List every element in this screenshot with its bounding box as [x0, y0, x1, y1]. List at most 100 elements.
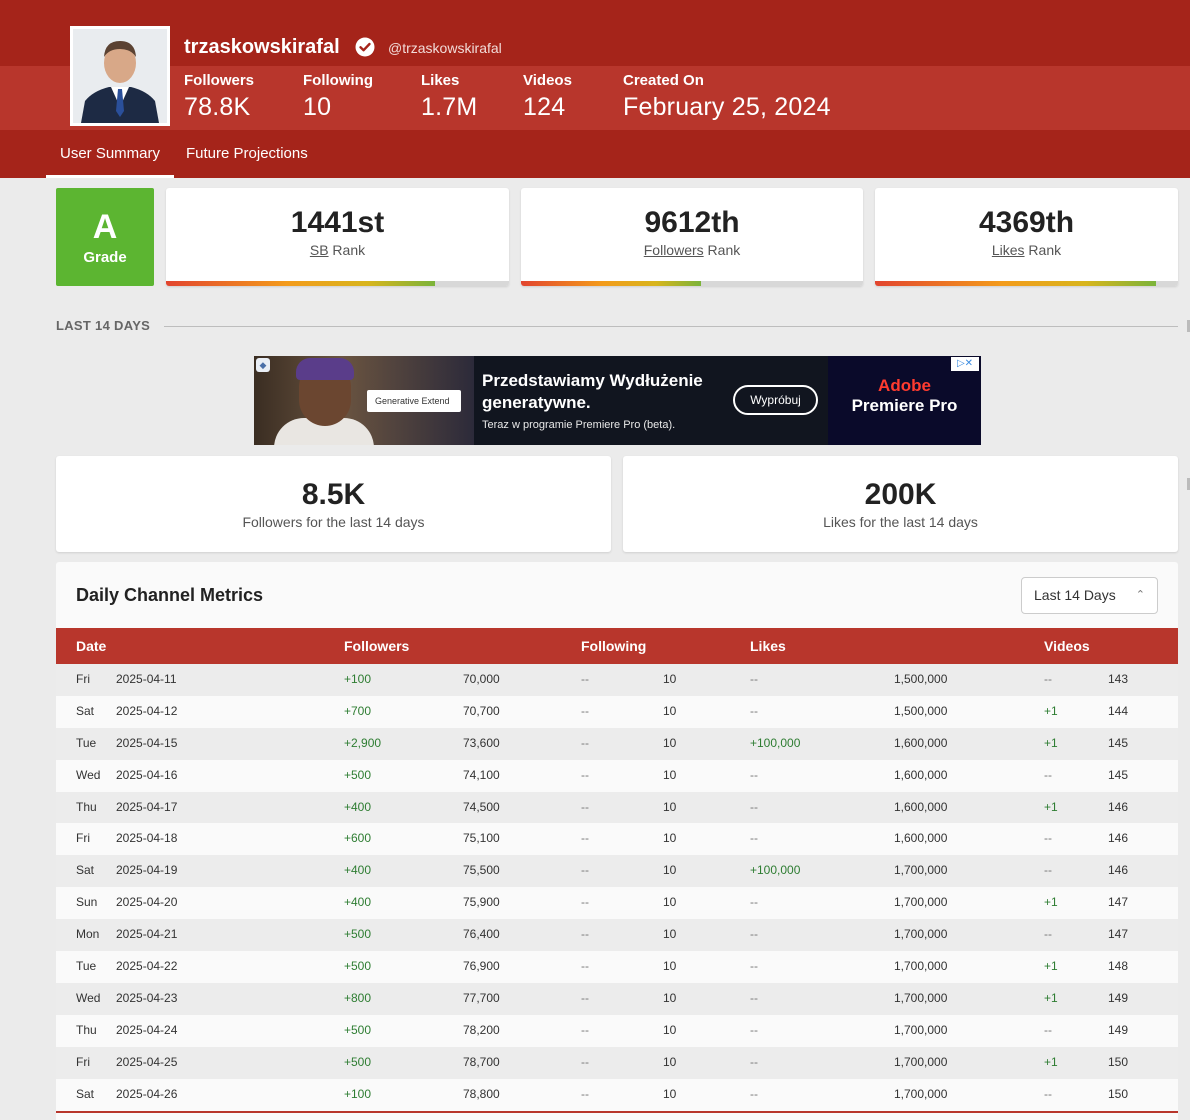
- cell-day: Sun: [76, 895, 98, 910]
- stat-label: Followers: [184, 72, 255, 89]
- cell-following: 10: [663, 1022, 677, 1037]
- cell-f-delta: +400: [344, 863, 372, 878]
- ad-headline: Przedstawiamy Wydłużenie generatywne.: [482, 371, 703, 412]
- rank-progress-fill: [521, 281, 701, 286]
- cell-likes: 1,600,000: [894, 799, 948, 814]
- column-header-followers[interactable]: Followers: [344, 628, 409, 664]
- cell-f-delta: +700: [344, 703, 372, 718]
- summary-label: Likes for the last 14 days: [823, 514, 978, 530]
- cell-l-delta: --: [750, 959, 758, 974]
- cell-date: 2025-04-20: [116, 895, 178, 910]
- column-header-likes[interactable]: Likes: [750, 628, 786, 664]
- cell-date: 2025-04-22: [116, 959, 178, 974]
- cell-following: 10: [663, 959, 677, 974]
- column-header-following[interactable]: Following: [581, 628, 646, 664]
- cell-v-delta: --: [1044, 672, 1052, 686]
- cell-v-delta: --: [1044, 831, 1052, 846]
- summary-value: 200K: [864, 478, 937, 511]
- stat-following: Following 10: [303, 72, 373, 122]
- cell-l-delta: --: [750, 831, 758, 846]
- cell-followers: 75,500: [463, 863, 500, 878]
- cell-followers: 74,500: [463, 799, 500, 814]
- stat-value: 124: [523, 93, 566, 121]
- cell-followers: 78,200: [463, 1022, 500, 1037]
- cell-fo-delta: --: [581, 863, 589, 878]
- tab-future-projections[interactable]: Future Projections: [172, 130, 322, 178]
- cell-day: Thu: [76, 1022, 97, 1037]
- verified-badge-icon: [355, 37, 375, 57]
- ad-choices-close-icon[interactable]: ▷✕: [951, 357, 979, 371]
- cell-following: 10: [663, 1086, 677, 1101]
- cell-l-delta: --: [750, 1022, 758, 1037]
- cell-videos: 149: [1108, 1022, 1129, 1037]
- stat-videos: Videos 124: [523, 72, 572, 122]
- cell-fo-delta: --: [581, 1054, 589, 1069]
- date-range-select[interactable]: Last 14 Days ⌃: [1021, 577, 1158, 614]
- cell-videos: 147: [1108, 895, 1129, 910]
- cell-f-delta: +100: [344, 1086, 372, 1101]
- cell-v-delta: --: [1044, 927, 1052, 942]
- table-row: Fri 2025-04-11 +100 70,000 -- 10 -- 1,500,000 --…: [56, 664, 1178, 696]
- ad-banner[interactable]: ◆ Generative Extend Przedstawiamy Wydłuż…: [254, 356, 981, 445]
- cell-likes: 1,600,000: [894, 831, 948, 846]
- stat-label: Created On: [623, 72, 704, 89]
- cell-following: 10: [663, 895, 677, 910]
- rank-card-likes: 4369th Likes Rank: [875, 188, 1178, 286]
- cell-l-delta: --: [750, 990, 758, 1005]
- cell-date: 2025-04-23: [116, 990, 178, 1005]
- cell-f-delta: +600: [344, 831, 372, 846]
- panel-title: Daily Channel Metrics: [76, 585, 264, 605]
- column-header-date[interactable]: Date: [76, 628, 106, 664]
- cell-v-delta: +1: [1044, 703, 1058, 718]
- section-title: LAST 14 DAYS: [56, 318, 151, 333]
- rank-link-sb[interactable]: SB: [310, 242, 329, 258]
- cell-fo-delta: --: [581, 895, 589, 910]
- cell-fo-delta: --: [581, 799, 589, 814]
- cell-likes: 1,700,000: [894, 1054, 948, 1069]
- cell-l-delta: +100,000: [750, 863, 801, 878]
- table-row: Sat 2025-04-12 +700 70,700 -- 10 -- 1,500,000 +1…: [56, 695, 1178, 728]
- cell-fo-delta: --: [581, 831, 589, 846]
- cell-l-delta: --: [750, 895, 758, 910]
- rank-link-likes[interactable]: Likes: [992, 242, 1025, 258]
- column-header-videos[interactable]: Videos: [1044, 628, 1090, 664]
- profile-header: trzaskowskirafal @trzaskowskirafal Follo…: [0, 0, 1190, 178]
- cell-day: Fri: [76, 831, 90, 846]
- ad-feature-pill: Generative Extend: [367, 390, 461, 412]
- cell-day: Fri: [76, 1054, 90, 1069]
- cell-f-delta: +500: [344, 1054, 372, 1069]
- cell-day: Thu: [76, 799, 97, 814]
- ad-person-cap: [296, 358, 354, 380]
- ad-subline: Teraz w programie Premiere Pro (beta).: [482, 419, 676, 431]
- tab-user-summary[interactable]: User Summary: [46, 130, 175, 178]
- cell-v-delta: +1: [1044, 990, 1058, 1005]
- table-row: Sat 2025-04-26 +100 78,800 -- 10 -- 1,700,000 --…: [56, 1078, 1178, 1111]
- cell-date: 2025-04-19: [116, 863, 178, 878]
- section-divider: [164, 326, 1178, 327]
- cell-date: 2025-04-21: [116, 927, 178, 942]
- rank-label: Likes Rank: [875, 242, 1178, 258]
- cell-videos: 146: [1108, 831, 1129, 846]
- cell-date: 2025-04-16: [116, 767, 178, 782]
- cell-following: 10: [663, 927, 677, 942]
- ad-brand-bottom: Premiere Pro: [851, 396, 958, 415]
- table-row: Tue 2025-04-22 +500 76,900 -- 10 -- 1,700,000 +1…: [56, 951, 1178, 983]
- rank-label: Followers Rank: [521, 242, 863, 258]
- ad-cta-button[interactable]: Wypróbuj: [733, 385, 818, 415]
- cell-likes: 1,700,000: [894, 990, 948, 1005]
- cell-following: 10: [663, 799, 677, 814]
- header-stats-band: [0, 66, 1190, 130]
- rank-suffix: Rank: [328, 242, 366, 258]
- rank-link-followers[interactable]: Followers: [644, 242, 704, 258]
- cell-date: 2025-04-26: [116, 1086, 178, 1101]
- rank-progress-track: [875, 281, 1178, 286]
- cell-f-delta: +500: [344, 767, 372, 782]
- rank-value: 9612th: [644, 206, 740, 239]
- cell-day: Sat: [76, 1086, 95, 1101]
- cell-fo-delta: --: [581, 1022, 589, 1037]
- table-row: Mon 2025-04-21 +500 76,400 -- 10 -- 1,700,000 --…: [56, 919, 1178, 952]
- cell-v-delta: --: [1044, 1086, 1052, 1101]
- cell-l-delta: --: [750, 703, 758, 718]
- cell-likes: 1,600,000: [894, 735, 948, 750]
- cell-followers: 75,100: [463, 831, 500, 846]
